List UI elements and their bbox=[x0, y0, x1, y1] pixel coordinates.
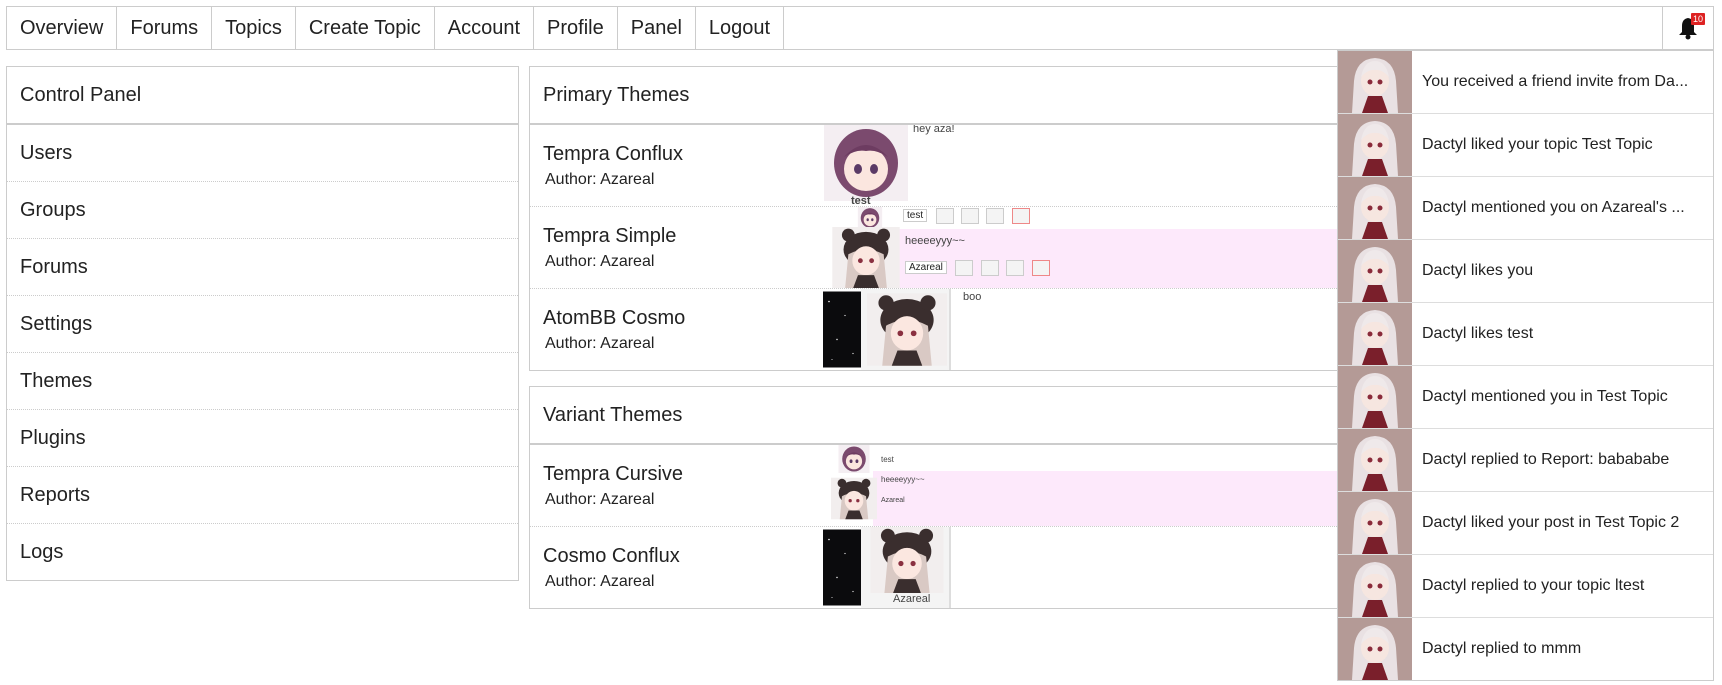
preview-post-text: hey aza! bbox=[913, 125, 955, 135]
alert-item[interactable]: Dactyl mentioned you in Test Topic bbox=[1338, 366, 1713, 429]
avatar-image bbox=[867, 527, 947, 593]
username-label: Azareal bbox=[905, 261, 947, 275]
avatar-image bbox=[831, 471, 877, 526]
alert-count-badge: 10 bbox=[1690, 13, 1705, 25]
alert-text: Dactyl likes you bbox=[1422, 262, 1534, 279]
alert-item[interactable]: You received a friend invite from Da... bbox=[1338, 51, 1713, 114]
sidebar-item-groups[interactable]: Groups bbox=[7, 182, 518, 239]
avatar-image bbox=[824, 125, 908, 201]
alert-item[interactable]: Dactyl replied to mmm bbox=[1338, 618, 1713, 680]
like-icon[interactable] bbox=[935, 207, 954, 224]
user-avatar bbox=[1338, 303, 1412, 365]
avatar-image bbox=[837, 207, 903, 229]
alert-text: Dactyl mentioned you on Azareal's ... bbox=[1422, 199, 1685, 216]
user-avatar bbox=[1338, 240, 1412, 302]
nav-topics[interactable]: Topics bbox=[212, 7, 296, 49]
sidebar-item-forums[interactable]: Forums bbox=[7, 239, 518, 296]
edit-icon[interactable] bbox=[961, 207, 980, 224]
sidebar-item-logs[interactable]: Logs bbox=[7, 524, 518, 580]
theme-name: Tempra Simple bbox=[543, 225, 677, 247]
user-avatar bbox=[1338, 492, 1412, 554]
nav-account[interactable]: Account bbox=[435, 7, 535, 49]
theme-name: AtomBB Cosmo bbox=[543, 307, 686, 329]
user-avatar bbox=[1338, 555, 1412, 617]
alert-text: Dactyl liked your post in Test Topic 2 bbox=[1422, 514, 1680, 531]
alert-text: Dactyl replied to mmm bbox=[1422, 640, 1582, 657]
theme-author: Author: Azareal bbox=[545, 171, 655, 188]
alert-item[interactable]: Dactyl liked your topic Test Topic bbox=[1338, 114, 1713, 177]
preview-username: Azareal bbox=[881, 497, 905, 504]
preview-username: test bbox=[851, 195, 871, 206]
alert-text: Dactyl mentioned you in Test Topic bbox=[1422, 388, 1668, 405]
user-avatar bbox=[1338, 618, 1412, 680]
alert-text: Dactyl liked your topic Test Topic bbox=[1422, 136, 1653, 153]
post-controls: Azareal bbox=[905, 259, 1053, 277]
sidebar-item-users[interactable]: Users bbox=[7, 125, 518, 182]
sidebar-item-reports[interactable]: Reports bbox=[7, 467, 518, 524]
theme-name: Tempra Cursive bbox=[543, 463, 684, 485]
theme-author: Author: Azareal bbox=[545, 491, 655, 508]
preview-post-text: heeeeyyy~~ bbox=[905, 235, 965, 247]
alert-item[interactable]: Dactyl likes you bbox=[1338, 240, 1713, 303]
user-avatar bbox=[1338, 114, 1412, 176]
preview-username: Azareal bbox=[893, 593, 931, 605]
nav-profile[interactable]: Profile bbox=[534, 7, 618, 49]
alert-text: Dactyl likes test bbox=[1422, 325, 1534, 342]
nav-forums[interactable]: Forums bbox=[117, 7, 213, 49]
nav-logout[interactable]: Logout bbox=[696, 7, 785, 49]
alert-item[interactable]: Dactyl replied to your topic ltest bbox=[1338, 555, 1713, 618]
alerts-dropdown: You received a friend invite from Da... … bbox=[1337, 50, 1714, 681]
preview-username: test bbox=[881, 455, 894, 464]
sidebar-item-plugins[interactable]: Plugins bbox=[7, 410, 518, 467]
alert-item[interactable]: Dactyl mentioned you on Azareal's ... bbox=[1338, 177, 1713, 240]
theme-author: Author: Azareal bbox=[545, 253, 655, 270]
user-avatar bbox=[1338, 429, 1412, 491]
alert-text: Dactyl replied to your topic ltest bbox=[1422, 577, 1645, 594]
post-controls-top: test bbox=[903, 207, 1033, 225]
theme-author: Author: Azareal bbox=[545, 335, 655, 352]
top-nav: Overview Forums Topics Create Topic Acco… bbox=[6, 6, 1714, 50]
theme-name: Tempra Conflux bbox=[543, 143, 684, 165]
nav-overview[interactable]: Overview bbox=[7, 7, 118, 49]
avatar-image bbox=[831, 227, 901, 288]
preview-post-text: heeeeyyy~~ bbox=[881, 475, 925, 484]
starfield-image bbox=[823, 289, 861, 370]
alert-item[interactable]: Dactyl likes test bbox=[1338, 303, 1713, 366]
user-avatar bbox=[1338, 51, 1412, 113]
alerts-button[interactable]: 10 bbox=[1662, 7, 1713, 49]
alert-text: Dactyl replied to Report: babababe bbox=[1422, 451, 1670, 468]
nav-create-topic[interactable]: Create Topic bbox=[296, 7, 435, 49]
preview-post-text: boo bbox=[963, 291, 982, 303]
starfield-image bbox=[823, 527, 861, 608]
flag-icon[interactable] bbox=[1011, 207, 1030, 224]
theme-author: Author: Azareal bbox=[545, 573, 655, 590]
nav-panel[interactable]: Panel bbox=[618, 7, 696, 49]
user-avatar bbox=[1338, 177, 1412, 239]
edit-icon[interactable] bbox=[980, 259, 999, 276]
avatar-image bbox=[831, 445, 877, 473]
control-panel-sidebar: Control Panel Users Groups Forums Settin… bbox=[6, 66, 519, 581]
sidebar-item-settings[interactable]: Settings bbox=[7, 296, 518, 353]
theme-name: Cosmo Conflux bbox=[543, 545, 680, 567]
like-icon[interactable] bbox=[955, 259, 974, 276]
delete-icon[interactable] bbox=[1006, 259, 1025, 276]
delete-icon[interactable] bbox=[986, 207, 1005, 224]
alert-item[interactable]: Dactyl liked your post in Test Topic 2 bbox=[1338, 492, 1713, 555]
flag-icon[interactable] bbox=[1031, 259, 1050, 276]
avatar-image bbox=[867, 289, 947, 370]
username-label: test bbox=[903, 209, 928, 223]
sidebar-title: Control Panel bbox=[7, 67, 518, 125]
alert-item[interactable]: Dactyl replied to Report: babababe bbox=[1338, 429, 1713, 492]
alert-text: You received a friend invite from Da... bbox=[1422, 73, 1689, 90]
user-avatar bbox=[1338, 366, 1412, 428]
sidebar-item-themes[interactable]: Themes bbox=[7, 353, 518, 410]
